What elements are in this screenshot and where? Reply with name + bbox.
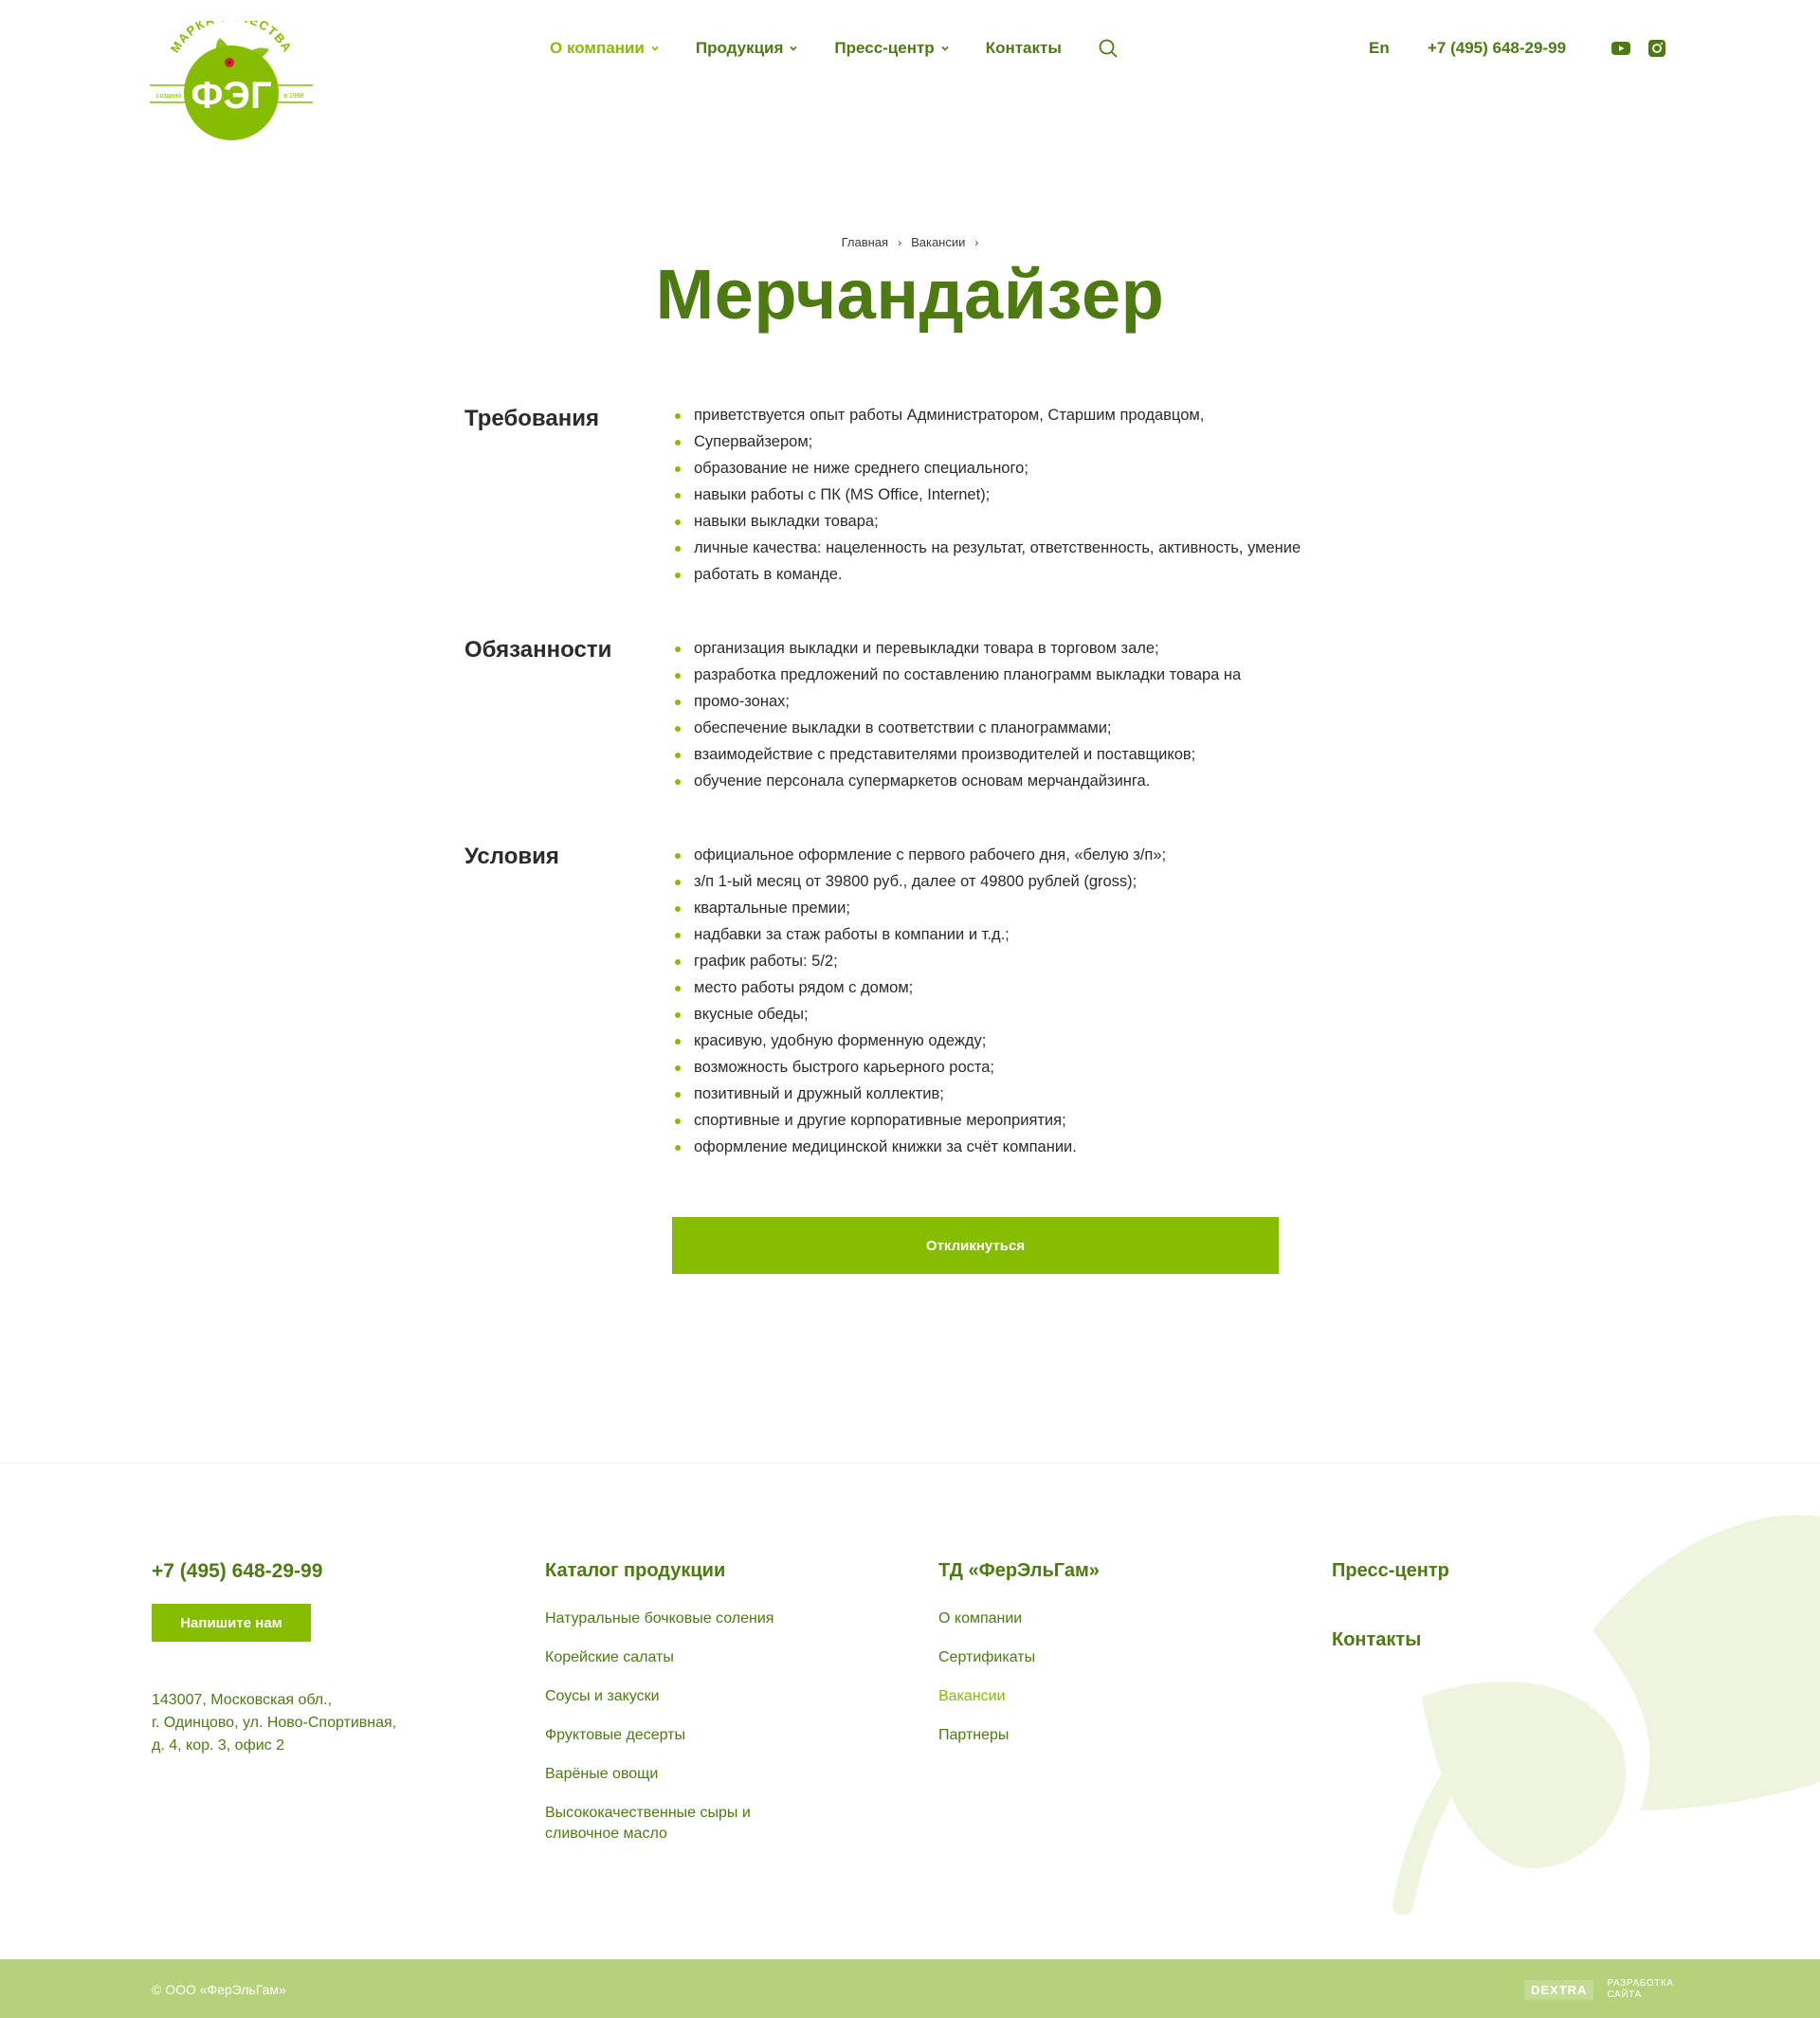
bottom-bar: © ООО «ФерЭльГам» DEXTRA РАЗРАБОТКА САЙТ… — [0, 1959, 1820, 2018]
developer-logo: DEXTRA — [1524, 1979, 1594, 2000]
footer-press-link[interactable]: Пресс-центр — [1332, 1560, 1578, 1582]
duties-list: организация выкладки и перевыкладки това… — [673, 635, 1374, 794]
list-item: график работы: 5/2; — [673, 948, 1374, 974]
chevron-down-icon — [790, 45, 797, 51]
footer-company-column: ТД «ФерЭльГам» О компании Сертификаты Ва… — [938, 1560, 1185, 1764]
address-line: г. Одинцово, ул. Ново-Спортивная, — [152, 1715, 397, 1731]
language-switch[interactable]: En — [1369, 39, 1390, 58]
list-item: промо-зонах; — [673, 688, 1374, 715]
nav-item-label: Продукция — [695, 39, 784, 57]
breadcrumb-vacancies[interactable]: Вакансии — [911, 235, 965, 249]
address-line: д. 4, кор. 3, офис 2 — [152, 1737, 285, 1754]
logo-left-text: создано — [156, 93, 181, 100]
search-icon[interactable] — [1098, 38, 1119, 59]
copyright: © ООО «ФерЭльГам» — [152, 1982, 286, 1997]
list-item: з/п 1-ый месяц от 39800 руб., далее от 4… — [673, 868, 1374, 895]
list-item: квартальные премии; — [673, 895, 1374, 921]
conditions-title: Условия — [464, 844, 559, 869]
list-item: образование не ниже среднего специальног… — [673, 455, 1374, 482]
list-item: позитивный и дружный коллектив; — [673, 1081, 1374, 1107]
nav-item-products[interactable]: Продукция — [696, 39, 799, 58]
logo-main-text: ФЭГ — [191, 75, 271, 117]
footer-link[interactable]: О компании — [938, 1609, 1185, 1629]
list-item: надбавки за стаж работы в компании и т.д… — [673, 921, 1374, 948]
conditions-list: официальное оформление с первого рабочег… — [673, 842, 1374, 1160]
duties-title: Обязанности — [464, 637, 612, 663]
footer-link[interactable]: Варёные овощи — [545, 1764, 782, 1785]
company-logo[interactable]: МАРКА КАЧЕСТВА создано в 1998 ФЭГ — [150, 21, 313, 140]
list-item: организация выкладки и перевыкладки това… — [673, 635, 1374, 662]
breadcrumb-home[interactable]: Главная — [842, 235, 888, 249]
list-item: работать в команде. — [673, 561, 1374, 588]
footer-link-active[interactable]: Вакансии — [938, 1686, 1185, 1707]
footer-link[interactable]: Натуральные бочковые соления — [545, 1609, 782, 1629]
write-us-button[interactable]: Напишите нам — [152, 1604, 311, 1642]
nav-item-label: Пресс-центр — [834, 39, 935, 57]
list-item: официальное оформление с первого рабочег… — [673, 842, 1374, 868]
footer-link[interactable]: Корейские салаты — [545, 1647, 782, 1668]
nav-item-contacts[interactable]: Контакты — [986, 39, 1062, 58]
instagram-icon[interactable] — [1647, 38, 1667, 59]
list-item: разработка предложений по составлению пл… — [673, 662, 1374, 688]
requirements-list: приветствуется опыт работы Администратор… — [673, 402, 1374, 588]
developer-credit[interactable]: DEXTRA РАЗРАБОТКА САЙТА — [1524, 1978, 1674, 2001]
logo-right-text: в 1998 — [283, 93, 303, 100]
requirements-title: Требования — [464, 406, 599, 431]
list-item: красивую, удобную форменную одежду; — [673, 1027, 1374, 1054]
main-nav: О компании Продукция Пресс-центр Контакт… — [550, 36, 1119, 61]
list-item: Супервайзером; — [673, 428, 1374, 455]
apply-button[interactable]: Откликнуться — [672, 1217, 1279, 1274]
list-item: обеспечение выкладки в соответствии с пл… — [673, 715, 1374, 741]
footer-address: 143007, Московская обл., г. Одинцово, ул… — [152, 1689, 464, 1757]
chevron-down-icon — [651, 45, 659, 51]
footer-link[interactable]: Партнеры — [938, 1725, 1185, 1746]
footer-phone[interactable]: +7 (495) 648-29-99 — [152, 1560, 322, 1583]
youtube-icon[interactable] — [1611, 38, 1631, 59]
nav-item-press[interactable]: Пресс-центр — [834, 39, 949, 58]
list-item: навыки работы с ПК (MS Office, Internet)… — [673, 482, 1374, 508]
list-item: навыки выкладки товара; — [673, 508, 1374, 535]
site-header: МАРКА КАЧЕСТВА создано в 1998 ФЭГ О комп… — [0, 0, 1820, 142]
list-item: место работы рядом с домом; — [673, 974, 1374, 1001]
list-item: спортивные и другие корпоративные меропр… — [673, 1107, 1374, 1134]
chevron-right-icon: › — [974, 235, 979, 249]
list-item: оформление медицинской книжки за счёт ко… — [673, 1134, 1374, 1160]
chevron-down-icon — [941, 45, 949, 51]
developer-text-line: РАЗРАБОТКА — [1607, 1978, 1674, 1989]
list-item: личные качества: нацеленность на результ… — [673, 535, 1374, 561]
footer-link[interactable]: Высококачественные сыры и сливочное масл… — [545, 1803, 782, 1845]
developer-text-line: САЙТА — [1607, 1990, 1642, 2000]
list-item: вкусные обеды; — [673, 1001, 1374, 1027]
footer-link[interactable]: Сертификаты — [938, 1647, 1185, 1668]
nav-item-label: Контакты — [985, 39, 1062, 57]
header-phone[interactable]: +7 (495) 648-29-99 — [1428, 39, 1566, 58]
list-item: возможность быстрого карьерного роста; — [673, 1054, 1374, 1081]
nav-item-label: О компании — [550, 39, 645, 57]
footer-contacts-link[interactable]: Контакты — [1332, 1629, 1578, 1651]
footer-company-title[interactable]: ТД «ФерЭльГам» — [938, 1560, 1185, 1582]
list-item: обучение персонала супермаркетов основам… — [673, 768, 1374, 794]
address-line: 143007, Московская обл., — [152, 1692, 333, 1708]
breadcrumb: Главная › Вакансии › — [0, 235, 1820, 249]
list-item: взаимодействие с представителями произво… — [673, 741, 1374, 768]
footer-divider — [0, 1463, 1820, 1464]
footer-catalog-title[interactable]: Каталог продукции — [545, 1560, 782, 1582]
list-item: приветствуется опыт работы Администратор… — [673, 402, 1374, 428]
footer-press-column: Пресс-центр Контакты — [1332, 1560, 1578, 1699]
nav-item-about[interactable]: О компании — [550, 39, 660, 58]
developer-text: РАЗРАБОТКА САЙТА — [1607, 1978, 1673, 2001]
footer-link[interactable]: Фруктовые десерты — [545, 1725, 782, 1746]
chevron-right-icon: › — [898, 235, 902, 249]
footer-catalog-column: Каталог продукции Натуральные бочковые с… — [545, 1560, 782, 1863]
page-title: Мерчандайзер — [655, 255, 1165, 334]
footer-link[interactable]: Соусы и закуски — [545, 1686, 782, 1707]
